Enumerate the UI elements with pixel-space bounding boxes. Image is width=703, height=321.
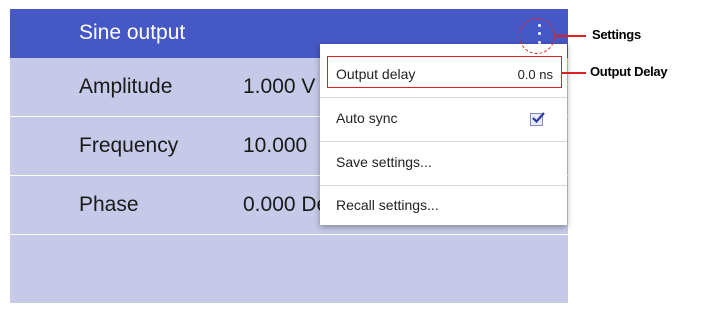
output-delay-highlight xyxy=(327,56,562,88)
menu-item-label: Recall settings... xyxy=(336,197,439,213)
parameter-label: Amplitude xyxy=(79,75,173,98)
output-delay-callout-label: Output Delay xyxy=(590,64,668,79)
menu-item-save-settings[interactable]: Save settings... xyxy=(320,142,567,186)
settings-highlight-circle xyxy=(519,18,555,54)
parameter-label: Phase xyxy=(79,193,139,216)
menu-item-auto-sync[interactable]: Auto sync xyxy=(320,98,567,142)
settings-callout-label: Settings xyxy=(592,27,641,42)
menu-item-recall-settings[interactable]: Recall settings... xyxy=(320,185,567,228)
menu-item-label: Auto sync xyxy=(336,110,398,126)
settings-callout-line xyxy=(556,35,586,37)
parameter-label: Frequency xyxy=(79,134,179,157)
menu-item-label: Save settings... xyxy=(336,154,432,170)
panel-title: Sine output xyxy=(79,21,186,44)
output-delay-callout-line xyxy=(562,72,586,74)
parameter-value[interactable]: 10.000 xyxy=(243,134,307,158)
auto-sync-checkbox[interactable] xyxy=(530,112,545,126)
checkmark-icon xyxy=(532,112,545,124)
parameter-value[interactable]: 1.000 V xyxy=(243,75,315,99)
